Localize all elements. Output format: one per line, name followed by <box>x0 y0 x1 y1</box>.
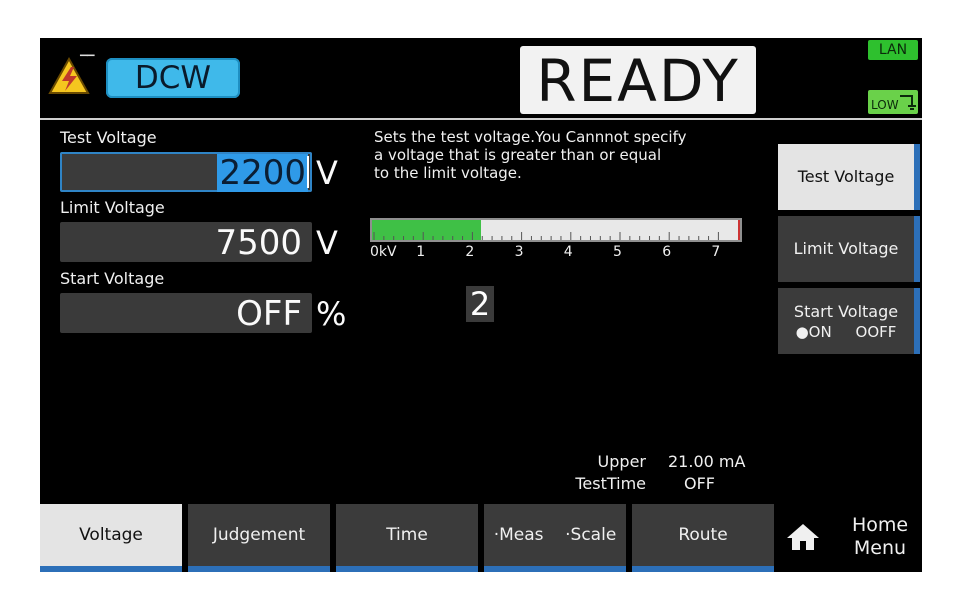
tab-route[interactable]: Route <box>632 504 774 572</box>
testtime-label: TestTime <box>575 474 646 493</box>
status-display: READY <box>520 46 756 115</box>
bar-tick-label: 2 <box>465 244 475 260</box>
low-badge-icon: LOW <box>871 95 916 112</box>
side-button-limit-voltage[interactable]: Limit Voltage <box>778 216 920 282</box>
tab-meas-label: ·Meas <box>493 525 544 545</box>
testtime-value: OFF <box>684 474 715 493</box>
start-voltage-unit: % <box>316 295 347 333</box>
test-voltage-field[interactable]: 2200 <box>60 152 312 192</box>
side-button-start-voltage[interactable]: Start Voltage ●ON OOFF <box>778 288 920 354</box>
bar-tick-label: 0kV <box>370 244 397 260</box>
radio-off[interactable]: OOFF <box>856 323 897 341</box>
side-button-start-voltage-label: Start Voltage <box>793 302 899 321</box>
bar-tick-label: 7 <box>711 244 721 260</box>
start-voltage-radio-row: ●ON OOFF <box>778 323 914 341</box>
test-voltage-value: 2200 <box>217 153 308 193</box>
voltage-bar-tick-labels: 0kV 1 2 3 4 5 6 7 <box>370 244 750 262</box>
limit-voltage-value: 7500 <box>215 223 302 263</box>
low-badge-text: LOW <box>871 98 899 112</box>
bar-tick-label: 1 <box>416 244 426 260</box>
test-voltage-label: Test Voltage <box>60 128 157 147</box>
bar-tick-label: 5 <box>613 244 622 260</box>
home-menu-button[interactable]: Home Menu <box>778 504 922 572</box>
header-divider <box>40 118 922 120</box>
home-icon <box>787 524 819 550</box>
tab-time[interactable]: Time <box>336 504 478 572</box>
voltage-bar <box>370 218 742 242</box>
radio-on[interactable]: ●ON <box>796 323 832 341</box>
header-bar: ▔▔ DCW READY LAN LOW <box>40 38 922 118</box>
start-voltage-value: OFF <box>236 294 302 334</box>
warning-marks: ▔▔ <box>80 56 94 67</box>
side-button-test-voltage[interactable]: Test Voltage <box>778 144 920 210</box>
mode-badge: DCW <box>106 58 240 98</box>
bar-tick-label: 3 <box>514 244 524 260</box>
voltage-bar-limit-mark <box>738 220 740 240</box>
voltage-bar-ticks <box>373 232 719 240</box>
limit-voltage-unit: V <box>316 224 338 262</box>
cursor-digit: 2 <box>466 286 494 322</box>
low-voltage-badge: LOW <box>868 90 918 114</box>
lan-badge: LAN <box>868 40 918 60</box>
start-voltage-label: Start Voltage <box>60 269 165 288</box>
limit-voltage-field[interactable]: 7500 <box>60 222 312 263</box>
tab-meas-scale[interactable]: ·Meas ·Scale <box>484 504 626 572</box>
bar-tick-label: 6 <box>662 244 672 260</box>
start-voltage-field[interactable]: OFF <box>60 293 312 334</box>
home-menu-label: Home Menu <box>840 514 920 560</box>
upper-label: Upper <box>597 452 646 471</box>
upper-value: 21.00 mA <box>668 452 746 471</box>
tab-judgement[interactable]: Judgement <box>188 504 330 572</box>
instrument-screen: ▔▔ DCW READY LAN LOW Test Voltage 2200 V… <box>40 38 922 572</box>
help-text: Sets the test voltage.You Cannnot specif… <box>374 128 687 182</box>
tab-voltage[interactable]: Voltage <box>40 504 182 572</box>
test-voltage-unit: V <box>316 154 338 192</box>
home-label-line2: Menu <box>853 537 907 559</box>
limit-voltage-label: Limit Voltage <box>60 198 165 217</box>
tab-scale-label: ·Scale <box>565 525 617 545</box>
bar-tick-label: 4 <box>563 244 573 260</box>
text-caret <box>307 156 309 188</box>
home-label-line1: Home <box>851 514 909 536</box>
